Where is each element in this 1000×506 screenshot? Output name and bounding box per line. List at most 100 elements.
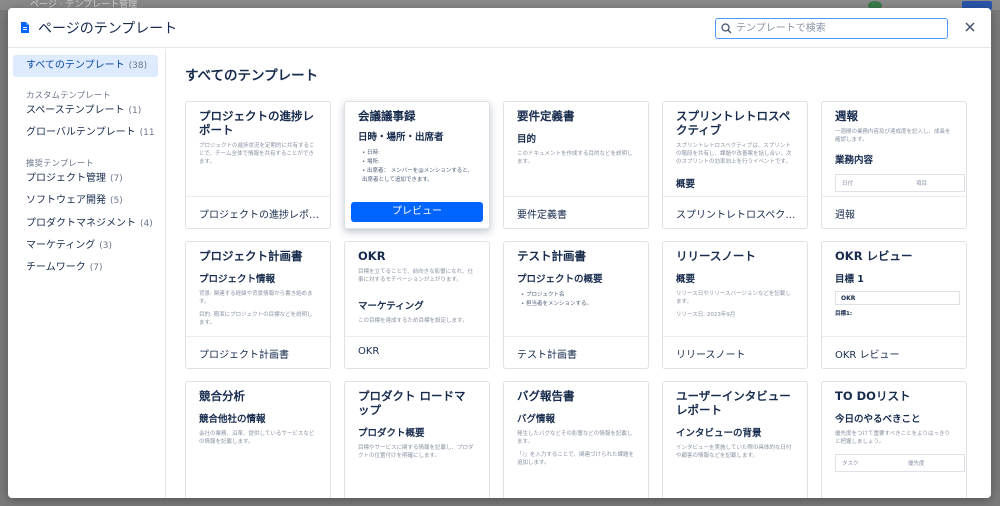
modal-title: ページのテンプレート — [38, 21, 178, 37]
template-card[interactable]: プロダクト ロードマップ プロダクト概要 目標やサービスに関する情報を記載し、プ… — [344, 381, 490, 498]
card-bullet: • 出席者： メンバーを@メンションすると、出席者として追加できます。 — [362, 168, 474, 183]
template-card[interactable]: 競合分析 競合他社の情報 会社の業務、沿革、提供しているサービスなどの情報を記載… — [185, 381, 331, 498]
card-label: テスト計画書 — [517, 350, 577, 361]
preview-button[interactable]: プレビュー — [351, 202, 483, 222]
card-subheading: 目標 1 — [835, 274, 864, 285]
sidebar-item-project-management[interactable]: プロジェクト管理 (7) — [13, 168, 158, 190]
card-divider — [504, 336, 648, 337]
card-text: この目標を達成するため目標を設定します。 — [358, 318, 468, 324]
template-card[interactable]: 週報 一週間の業務内容及び達成度を記入し、成長を確認します。 業務内容 日付 項… — [821, 101, 967, 229]
card-subheading: バグ情報 — [517, 414, 556, 425]
card-label: プロジェクトの進捗レポー... — [199, 210, 324, 221]
card-subheading: 概要 — [676, 179, 696, 190]
template-card[interactable]: バグ報告書 バグ情報 発生したバグなどその影響などの情報を記載します。 「/」を… — [503, 381, 649, 498]
card-preview: バグ報告書 バグ情報 発生したバグなどその影響などの情報を記載します。 「/」を… — [504, 382, 648, 476]
sidebar-item-label: マーケティング — [26, 240, 96, 251]
page-icon — [21, 22, 29, 33]
sidebar-item-count: (5) — [110, 196, 123, 206]
template-card[interactable]: OKR レビュー 目標 1 OKR 目標1: OKR レビュー — [821, 241, 967, 369]
card-heading: プロジェクトの進捗レポート — [199, 109, 314, 137]
card-divider — [822, 196, 966, 197]
card-divider — [186, 196, 330, 197]
gallery-title: すべてのテンプレート — [185, 68, 319, 84]
card-divider — [663, 196, 807, 197]
sidebar-item-count: (1) — [128, 106, 142, 116]
card-subheading: 競合他社の情報 — [199, 414, 266, 425]
card-preview: 競合分析 競合他社の情報 会社の業務、沿革、提供しているサービスなどの情報を記載… — [186, 382, 330, 476]
template-card[interactable]: OKR 目標を立てることで、前向きな影響になれ、仕事に対するモチベーションが上が… — [344, 241, 490, 369]
template-card[interactable]: プロジェクト計画書 プロジェクト情報 背景: 関連する経緯や背景情報から書き始め… — [185, 241, 331, 369]
sidebar-item-label: プロダクトマネジメント — [26, 218, 136, 229]
template-card[interactable]: テスト計画書 プロジェクトの概要 • プロジェクト名 • 担当者をメンションする… — [503, 241, 649, 369]
card-bullets: • 日時: • 場所: • 出席者： メンバーを@メンションすると、出席者として… — [358, 149, 476, 185]
search-box[interactable] — [715, 18, 948, 39]
card-text: 目標やサービスに関する情報を記載し、プロダクトの位置付けを明確にします。 — [358, 445, 474, 459]
card-label: OKR レビュー — [835, 350, 900, 361]
search-icon — [721, 23, 732, 34]
sidebar-item-label: ソフトウェア開発 — [26, 195, 106, 206]
card-text: 一週間の業務内容及び達成度を記入し、成長を確認します。 — [835, 129, 951, 143]
card-subheading: プロジェクトの概要 — [517, 274, 603, 285]
card-divider — [822, 336, 966, 337]
card-heading: テスト計画書 — [517, 249, 586, 263]
sidebar-item-software-development[interactable]: ソフトウェア開発 (5) — [13, 190, 158, 212]
card-text: 優先度をつけて重要すべきことをよりはっきりと把握しましょう。 — [835, 431, 951, 445]
sidebar-item-all-templates[interactable]: すべてのテンプレート (38) — [13, 55, 158, 77]
card-preview: プロジェクトの進捗レポート プロジェクトの進捗状況を定期的に共有することで、チー… — [186, 102, 330, 196]
card-text: 目的: 簡潔にプロジェクトの目標などを説明します。 — [199, 312, 313, 326]
card-preview: 要件定義書 目的 このドキュメントを作成する目的などを説明します。 — [504, 102, 648, 196]
card-preview: プロダクト ロードマップ プロダクト概要 目標やサービスに関する情報を記載し、プ… — [345, 382, 489, 476]
sidebar-item-label: グローバルテンプレート — [26, 127, 136, 138]
card-subheading: 概要 — [676, 274, 696, 285]
card-divider — [663, 336, 807, 337]
sidebar-item-global-templates[interactable]: グローバルテンプレート (11 — [13, 122, 158, 144]
card-mini-box: OKR — [835, 291, 960, 305]
template-modal: ページのテンプレート すべてのテンプレート(38) カスタムテンプレート スペー… — [8, 8, 991, 498]
card-text: リリース日やリリースバージョンなどを記載します。 — [676, 291, 791, 305]
sidebar-item-count: (7) — [110, 174, 123, 184]
card-label: リリースノート — [676, 350, 746, 361]
search-input[interactable] — [736, 21, 941, 35]
category-sidebar: すべてのテンプレート (38) カスタムテンプレート スペーステンプレート (1) … — [8, 49, 166, 498]
card-preview: リリースノート 概要 リリース日やリリースバージョンなどを記載します。 リリース… — [663, 242, 807, 336]
template-card[interactable]: 要件定義書 目的 このドキュメントを作成する目的などを説明します。 要件定義書 — [503, 101, 649, 229]
card-preview: OKR レビュー 目標 1 OKR 目標1: — [822, 242, 966, 336]
card-text: 会社の業務、沿革、提供しているサービスなどの情報を記載します。 — [199, 431, 315, 445]
close-icon[interactable] — [963, 20, 977, 34]
card-preview: テスト計画書 プロジェクトの概要 • プロジェクト名 • 担当者をメンションする… — [504, 242, 648, 336]
template-card[interactable]: 会議議事録 日時・場所・出席者 • 日時: • 場所: • 出席者： メンバーを… — [344, 101, 490, 229]
template-card[interactable]: ユーザーインタビューレポート インタビューの背景 インタビューを実施していた際の… — [662, 381, 808, 498]
sidebar-item-count: (11 — [139, 128, 155, 138]
card-text: スプリントレトロスペクティブは、スプリントの階段を共有し、課題や改善案を話し合い… — [676, 143, 792, 165]
card-bullets: • プロジェクト名 • 担当者をメンションする。 — [517, 291, 635, 309]
card-preview: OKR 目標を立てることで、前向きな影響になれ、仕事に対するモチベーションが上が… — [345, 242, 489, 336]
card-table-header: 日付 — [842, 181, 854, 187]
card-heading: OKR レビュー — [835, 249, 913, 263]
card-text: 目標1: — [835, 311, 853, 317]
card-bullet-text: 日時: — [367, 150, 380, 156]
card-bullet: • 担当者をメンションする。 — [521, 301, 593, 307]
card-divider — [504, 196, 648, 197]
card-text: インタビューを実施していた際の具体的な日付や顧客の情報などを記載します。 — [676, 445, 792, 459]
card-heading: 競合分析 — [199, 389, 245, 403]
card-label: OKR — [358, 346, 380, 357]
card-preview: 週報 一週間の業務内容及び達成度を記入し、成長を確認します。 業務内容 日付 項… — [822, 102, 966, 196]
template-card[interactable]: TO DOリスト 今日のやるべきこと 優先度をつけて重要すべきことをよりはっきり… — [821, 381, 967, 498]
card-heading: ユーザーインタビューレポート — [676, 389, 791, 417]
template-gallery: すべてのテンプレート プロジェクトの進捗レポート プロジェクトの進捗状況を定期的… — [167, 49, 991, 498]
card-preview: スプリントレトロスペクティブ スプリントレトロスペクティブは、スプリントの階段を… — [663, 102, 807, 196]
sidebar-item-teamwork[interactable]: チームワーク (7) — [13, 257, 158, 279]
sidebar-item-count: (7) — [89, 263, 103, 273]
sidebar-item-space-templates[interactable]: スペーステンプレート (1) — [13, 100, 158, 122]
template-card[interactable]: リリースノート 概要 リリース日やリリースバージョンなどを記載します。 リリース… — [662, 241, 808, 369]
sidebar-item-product-management[interactable]: プロダクトマネジメント (4) — [13, 213, 158, 235]
card-text: 背景: 関連する経緯や背景情報から書き始めます。 — [199, 291, 313, 305]
template-card[interactable]: プロジェクトの進捗レポート プロジェクトの進捗状況を定期的に共有することで、チー… — [185, 101, 331, 229]
sidebar-item-label: プロジェクト管理 — [26, 173, 106, 184]
card-divider — [345, 336, 489, 337]
sidebar-item-count: (38) — [128, 61, 148, 71]
card-bullet-text: 出席者： メンバーを@メンションすると、出席者として追加できます。 — [362, 168, 474, 183]
template-card[interactable]: スプリントレトロスペクティブ スプリントレトロスペクティブは、スプリントの階段を… — [662, 101, 808, 229]
card-text: リリース日: 2023年9月 — [676, 312, 736, 318]
sidebar-item-marketing[interactable]: マーケティング (3) — [13, 235, 158, 257]
